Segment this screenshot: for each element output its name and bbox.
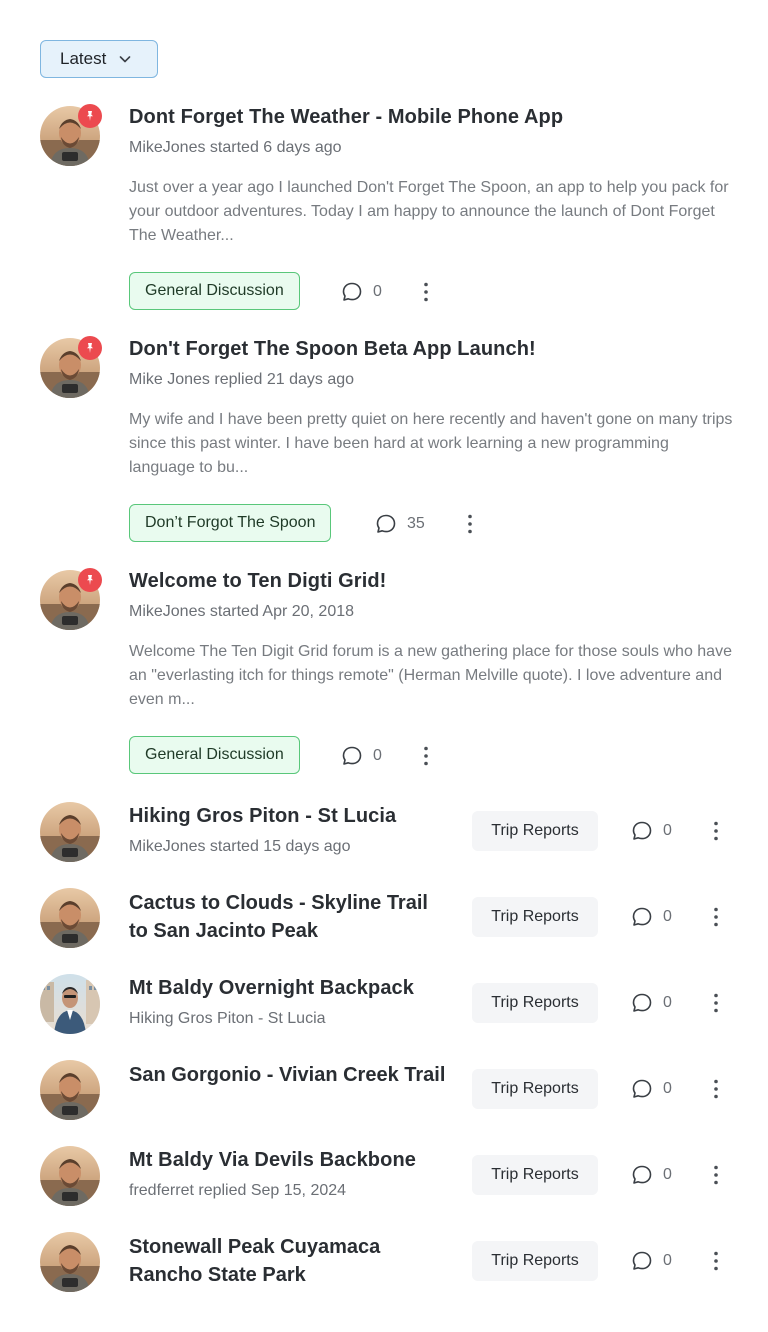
category-tag[interactable]: General Discussion bbox=[129, 736, 300, 774]
comments-number: 35 bbox=[407, 515, 425, 532]
comments-count[interactable]: 0 bbox=[341, 745, 382, 767]
comments-count[interactable]: 0 bbox=[631, 1078, 672, 1100]
comments-count[interactable]: 35 bbox=[375, 513, 425, 535]
comment-bubble-icon bbox=[631, 1250, 663, 1272]
pin-icon bbox=[78, 568, 102, 592]
comment-bubble-icon bbox=[341, 745, 373, 767]
topic-meta: MikeJones started Apr 20, 2018 bbox=[129, 603, 355, 620]
category-tag[interactable]: General Discussion bbox=[129, 272, 300, 310]
comments-count[interactable]: 0 bbox=[631, 906, 672, 928]
comments-number: 0 bbox=[663, 1166, 672, 1183]
topic-meta: MikeJones started 15 days ago bbox=[129, 838, 351, 855]
category-tag[interactable]: Trip Reports bbox=[472, 983, 598, 1023]
comment-bubble-icon bbox=[631, 1164, 663, 1186]
more-options-button[interactable] bbox=[706, 905, 726, 929]
more-options-button[interactable] bbox=[416, 280, 436, 304]
comments-number: 0 bbox=[663, 994, 672, 1011]
topic-meta: MikeJones started 6 days ago bbox=[129, 139, 342, 156]
category-tag[interactable]: Trip Reports bbox=[472, 897, 598, 937]
topic-title[interactable]: Dont Forget The Weather - Mobile Phone A… bbox=[129, 106, 563, 129]
pin-icon bbox=[78, 104, 102, 128]
topic-meta: Mike Jones replied 21 days ago bbox=[129, 371, 355, 388]
comment-bubble-icon bbox=[631, 992, 663, 1014]
topic-title[interactable]: Welcome to Ten Digti Grid! bbox=[129, 570, 386, 593]
topic-title[interactable]: Cactus to Clouds - Skyline Trail to San … bbox=[129, 889, 449, 945]
comment-bubble-icon bbox=[631, 906, 663, 928]
comments-number: 0 bbox=[663, 822, 672, 839]
comments-number: 0 bbox=[663, 1252, 672, 1269]
more-options-button[interactable] bbox=[706, 1249, 726, 1273]
comments-number: 0 bbox=[663, 1080, 672, 1097]
topic-title[interactable]: Stonewall Peak Cuyamaca Rancho State Par… bbox=[129, 1233, 449, 1289]
comments-count[interactable]: 0 bbox=[631, 992, 672, 1014]
comment-bubble-icon bbox=[341, 281, 373, 303]
comments-number: 0 bbox=[373, 283, 382, 300]
comments-count[interactable]: 0 bbox=[631, 820, 672, 842]
category-tag[interactable]: Trip Reports bbox=[472, 1241, 598, 1281]
avatar[interactable] bbox=[40, 974, 100, 1034]
topic-title[interactable]: San Gorgonio - Vivian Creek Trail bbox=[129, 1061, 449, 1089]
avatar[interactable] bbox=[40, 1060, 100, 1120]
avatar[interactable] bbox=[40, 1232, 100, 1292]
comment-bubble-icon bbox=[631, 820, 663, 842]
category-tag[interactable]: Trip Reports bbox=[472, 1069, 598, 1109]
topic-title[interactable]: Don't Forget The Spoon Beta App Launch! bbox=[129, 338, 536, 361]
comment-bubble-icon bbox=[375, 513, 407, 535]
more-options-button[interactable] bbox=[416, 744, 436, 768]
chevron-down-icon bbox=[118, 52, 132, 66]
topic-title[interactable]: Hiking Gros Piton - St Lucia bbox=[129, 805, 396, 828]
category-tag[interactable]: Don’t Forgot The Spoon bbox=[129, 504, 332, 542]
topic-excerpt: My wife and I have been pretty quiet on … bbox=[129, 411, 733, 476]
avatar[interactable] bbox=[40, 888, 100, 948]
topic-excerpt: Welcome The Ten Digit Grid forum is a ne… bbox=[129, 643, 732, 708]
topic-title[interactable]: Mt Baldy Via Devils Backbone bbox=[129, 1149, 416, 1172]
more-options-button[interactable] bbox=[706, 1163, 726, 1187]
topic-meta: Hiking Gros Piton - St Lucia bbox=[129, 1010, 326, 1027]
avatar[interactable] bbox=[40, 802, 100, 862]
more-options-button[interactable] bbox=[460, 512, 480, 536]
topic-excerpt: Just over a year ago I launched Don't Fo… bbox=[129, 179, 729, 244]
topic-meta: fredferret replied Sep 15, 2024 bbox=[129, 1182, 347, 1199]
more-options-button[interactable] bbox=[706, 819, 726, 843]
category-tag[interactable]: Trip Reports bbox=[472, 1155, 598, 1195]
comments-number: 0 bbox=[663, 908, 672, 925]
comments-count[interactable]: 0 bbox=[631, 1250, 672, 1272]
avatar[interactable] bbox=[40, 1146, 100, 1206]
sort-label: Latest bbox=[60, 49, 107, 68]
sort-dropdown[interactable]: Latest bbox=[40, 40, 158, 78]
pin-icon bbox=[78, 336, 102, 360]
comment-bubble-icon bbox=[631, 1078, 663, 1100]
comments-count[interactable]: 0 bbox=[341, 281, 382, 303]
topic-title[interactable]: Mt Baldy Overnight Backpack bbox=[129, 977, 414, 1000]
comments-count[interactable]: 0 bbox=[631, 1164, 672, 1186]
comments-number: 0 bbox=[373, 747, 382, 764]
more-options-button[interactable] bbox=[706, 991, 726, 1015]
category-tag[interactable]: Trip Reports bbox=[472, 811, 598, 851]
more-options-button[interactable] bbox=[706, 1077, 726, 1101]
